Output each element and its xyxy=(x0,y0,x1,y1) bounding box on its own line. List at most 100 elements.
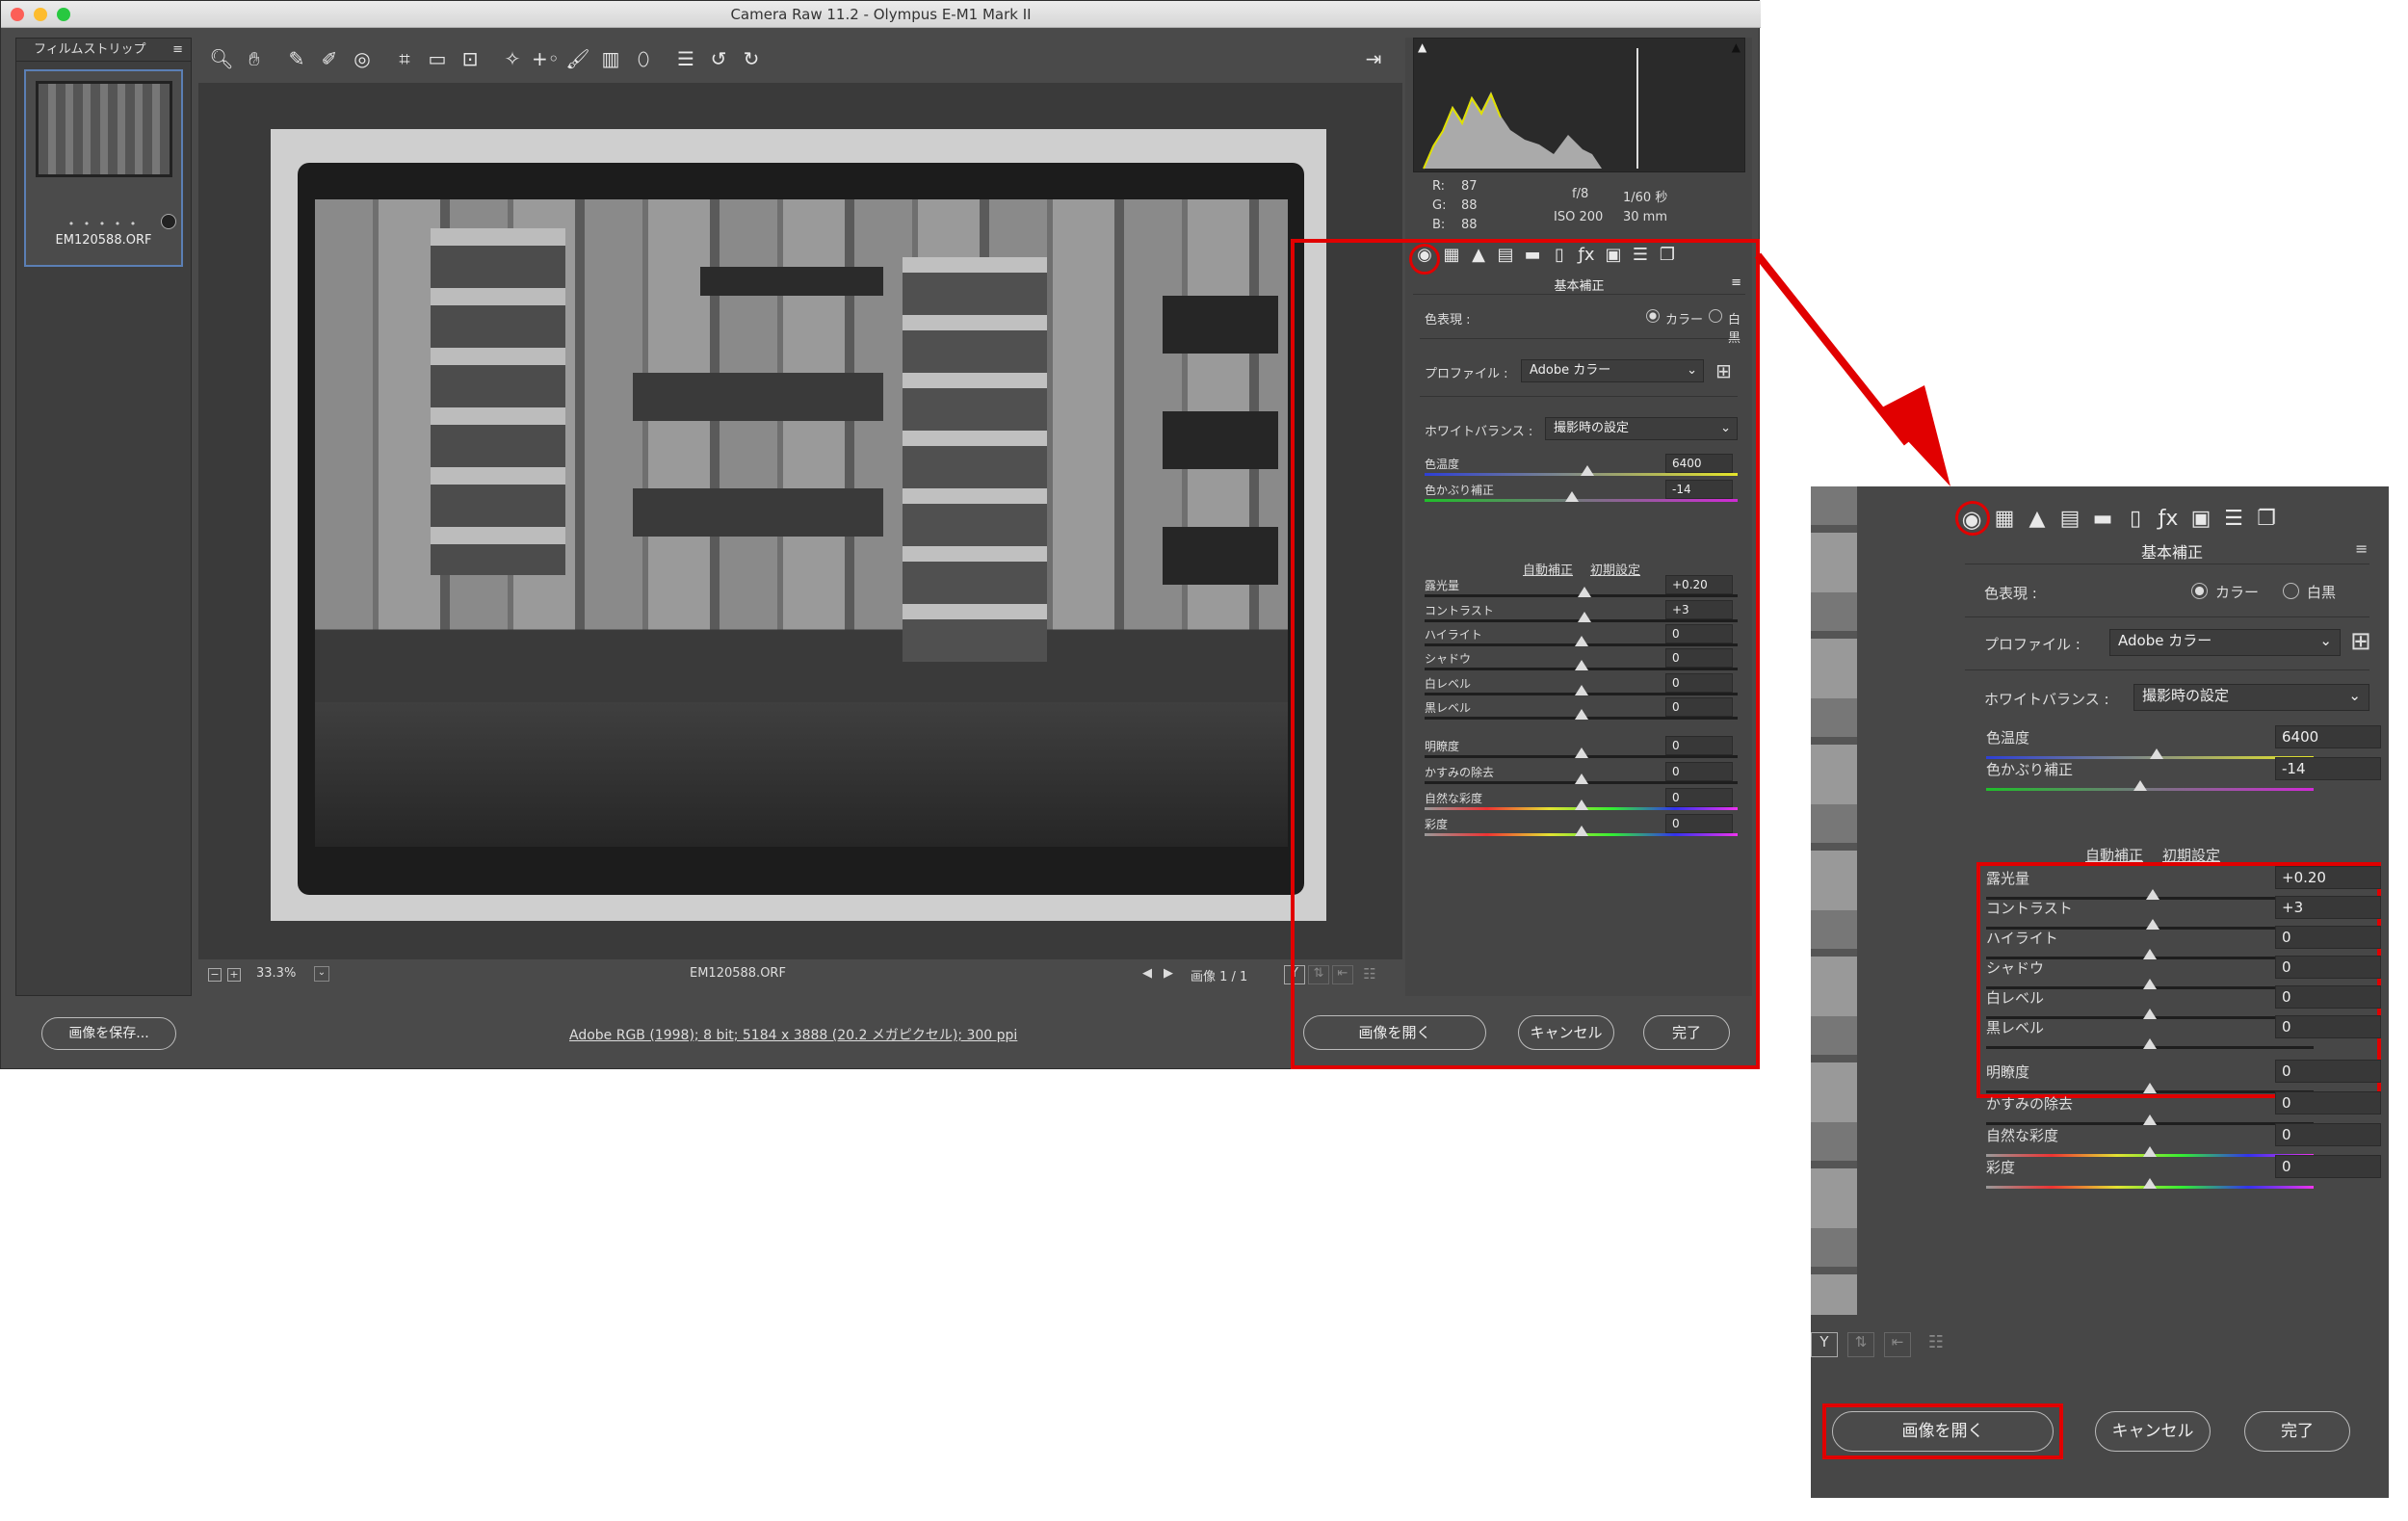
radial-filter-icon[interactable]: ⬯ xyxy=(630,45,657,72)
photo-preview xyxy=(271,129,1326,921)
zoom-slider-label: シャドウ xyxy=(1986,959,2045,977)
save-image-button[interactable]: 画像を保存... xyxy=(41,1017,176,1050)
image-counter: 画像 1 / 1 xyxy=(1191,970,1248,984)
zoom-slider-value-field[interactable]: 0 xyxy=(2275,985,2381,1009)
zoom-profile-dropdown[interactable]: Adobe カラー ⌄ xyxy=(2109,629,2341,656)
zoom-slider-row: シャドウ 0 xyxy=(1986,956,2381,989)
zoom-snapshots-icon[interactable]: ❐ xyxy=(2255,508,2278,531)
zoom-slider-handle[interactable] xyxy=(2133,780,2147,791)
zoom-treatment-bw-label: 白黒 xyxy=(2307,584,2337,601)
zoom-presets-icon[interactable]: ☰ xyxy=(2222,508,2245,531)
target-adjust-tool-icon[interactable]: ◎ xyxy=(349,45,376,72)
prev-image-button[interactable]: ◀ xyxy=(1142,966,1152,981)
shadow-clipping-icon[interactable]: ▲ xyxy=(1418,40,1426,54)
zoom-slider-value-field[interactable]: 0 xyxy=(2275,1091,2381,1115)
zoom-slider-track[interactable] xyxy=(1986,788,2314,791)
window-right-1 xyxy=(1163,296,1278,354)
zoom-swap-settings-icon[interactable]: ⇅ xyxy=(1847,1332,1874,1357)
transform-tool-icon[interactable]: ⊡ xyxy=(457,45,484,72)
zoom-white-balance-dropdown[interactable]: 撮影時の設定 ⌄ xyxy=(2133,684,2369,711)
zoom-slider-label: 黒レベル xyxy=(1986,1019,2045,1036)
next-image-button[interactable]: ▶ xyxy=(1164,966,1173,981)
zoom-tool-icon[interactable]: 🔍︎ xyxy=(208,45,235,72)
adjustment-brush-icon[interactable]: 🖌︎ xyxy=(564,45,591,72)
zoom-done-button[interactable]: 完了 xyxy=(2244,1411,2350,1452)
zoom-effects-icon[interactable]: ƒx xyxy=(2157,508,2180,531)
zoom-slider-label: コントラスト xyxy=(1986,900,2073,917)
image-preview-area[interactable] xyxy=(198,83,1402,959)
crop-tool-icon[interactable]: ⌗ xyxy=(391,45,418,72)
zoom-hsl-icon[interactable]: ▤ xyxy=(2058,508,2081,531)
zoom-slider-handle[interactable] xyxy=(2143,1038,2157,1049)
color-sampler-tool-icon[interactable]: ✐ xyxy=(316,45,343,72)
tool-bar: 🔍︎ ✋︎ ✎ ✐ ◎ ⌗ ▭ ⊡ ✧ +◦ 🖌︎ ▥ ⬯ ☰ ↺ ↻ ⇥ xyxy=(198,38,1402,78)
workflow-options-link[interactable]: Adobe RGB (1998); 8 bit; 5184 x 3888 (20… xyxy=(569,1025,1017,1044)
zoom-cancel-button[interactable]: キャンセル xyxy=(2095,1411,2211,1452)
red-eye-tool-icon[interactable]: +◦ xyxy=(532,45,560,72)
zoom-slider-value-field[interactable]: +3 xyxy=(2275,896,2381,919)
zoom-white-balance-value: 撮影時の設定 xyxy=(2142,687,2230,704)
zoom-profile-value: Adobe カラー xyxy=(2118,632,2212,649)
zoom-slider-value-field[interactable]: 0 xyxy=(2275,1015,2381,1038)
zoom-view-settings-icon[interactable]: ☷ xyxy=(1923,1332,1950,1357)
zoom-slider-handle[interactable] xyxy=(2143,1178,2157,1189)
zoom-dropdown-icon[interactable]: ⌄ xyxy=(314,966,329,982)
balcony-stairs-left xyxy=(431,228,565,575)
thumbnail-badge-icon xyxy=(161,214,176,229)
rotate-right-icon[interactable]: ↻ xyxy=(738,45,765,72)
zoom-in-button[interactable]: + xyxy=(227,968,241,982)
preview-filename: EM120588.ORF xyxy=(690,966,786,981)
highlight-clipping-icon[interactable]: ▲ xyxy=(1732,40,1741,54)
zoom-profile-label: プロファイル : xyxy=(1984,636,2081,653)
filmstrip-thumbnail[interactable]: • • • • • EM120588.ORF xyxy=(24,69,183,267)
zoom-slider-value-field[interactable]: +0.20 xyxy=(2275,866,2381,889)
zoom-level[interactable]: 33.3% xyxy=(256,966,296,981)
zoom-treatment-color-radio[interactable] xyxy=(2191,583,2208,599)
concrete-wall xyxy=(315,702,1288,847)
zoom-camera-calibration-icon[interactable]: ▣ xyxy=(2189,508,2212,531)
close-window-icon[interactable] xyxy=(11,8,24,21)
white-balance-tool-icon[interactable]: ✎ xyxy=(283,45,310,72)
focal-length-value: 30 mm xyxy=(1623,210,1668,224)
filmstrip-menu-icon[interactable]: ≡ xyxy=(172,39,183,62)
spot-removal-tool-icon[interactable]: ✧ xyxy=(499,45,526,72)
histogram-graph xyxy=(1423,48,1638,170)
zoom-slider-row: 彩度 0 xyxy=(1986,1155,2381,1189)
window-row-3 xyxy=(633,488,883,537)
minimize-window-icon[interactable] xyxy=(34,8,47,21)
zoom-lens-corrections-icon[interactable]: ▯ xyxy=(2124,508,2147,531)
histogram: ▲ ▲ xyxy=(1413,38,1745,172)
preferences-icon[interactable]: ☰ xyxy=(672,45,699,72)
zoom-treatment-bw-radio[interactable] xyxy=(2283,583,2299,599)
zoom-profile-browser-icon[interactable]: ⊞ xyxy=(2350,627,2371,656)
rotate-left-icon[interactable]: ↺ xyxy=(705,45,732,72)
zoom-slider-value-field[interactable]: 6400 xyxy=(2275,725,2381,748)
straighten-tool-icon[interactable]: ▭ xyxy=(424,45,451,72)
window-row-1 xyxy=(700,267,883,296)
zoom-panel-menu-icon[interactable]: ≡ xyxy=(2355,539,2368,558)
iso-value: ISO 200 xyxy=(1554,210,1604,224)
zoom-slider-value-field[interactable]: 0 xyxy=(2275,1123,2381,1146)
g-label: G: xyxy=(1432,198,1447,213)
graduated-filter-icon[interactable]: ▥ xyxy=(597,45,624,72)
thumbnail-rating[interactable]: • • • • • xyxy=(26,218,181,230)
thumbnail-filename: EM120588.ORF xyxy=(55,233,152,248)
zoom-slider-value-field[interactable]: 0 xyxy=(2275,1155,2381,1178)
zoom-slider-value-field[interactable]: 0 xyxy=(2275,1060,2381,1083)
fullscreen-toggle-icon[interactable]: ⇥ xyxy=(1360,45,1387,72)
zoom-slider-row: コントラスト +3 xyxy=(1986,896,2381,930)
zoom-slider-value-field[interactable]: 0 xyxy=(2275,926,2381,949)
zoom-window-icon[interactable] xyxy=(57,8,70,21)
zoom-before-after-toggle-icon[interactable]: Y xyxy=(1811,1332,1838,1357)
zoom-slider-label: 自然な彩度 xyxy=(1986,1127,2059,1144)
hand-tool-icon[interactable]: ✋︎ xyxy=(241,45,268,72)
zoom-detail-icon[interactable]: ▲ xyxy=(2026,508,2049,531)
zoom-out-button[interactable]: − xyxy=(208,968,222,982)
zoom-slider-value-field[interactable]: -14 xyxy=(2275,757,2381,780)
zoom-split-toning-icon[interactable]: ▬ xyxy=(2091,508,2114,531)
r-value: 87 xyxy=(1461,179,1478,194)
zoom-tone-curve-icon[interactable]: ▦ xyxy=(1993,508,2016,531)
zoom-copy-settings-icon[interactable]: ⇤ xyxy=(1884,1332,1911,1357)
r-label: R: xyxy=(1432,179,1446,194)
zoom-slider-value-field[interactable]: 0 xyxy=(2275,956,2381,979)
